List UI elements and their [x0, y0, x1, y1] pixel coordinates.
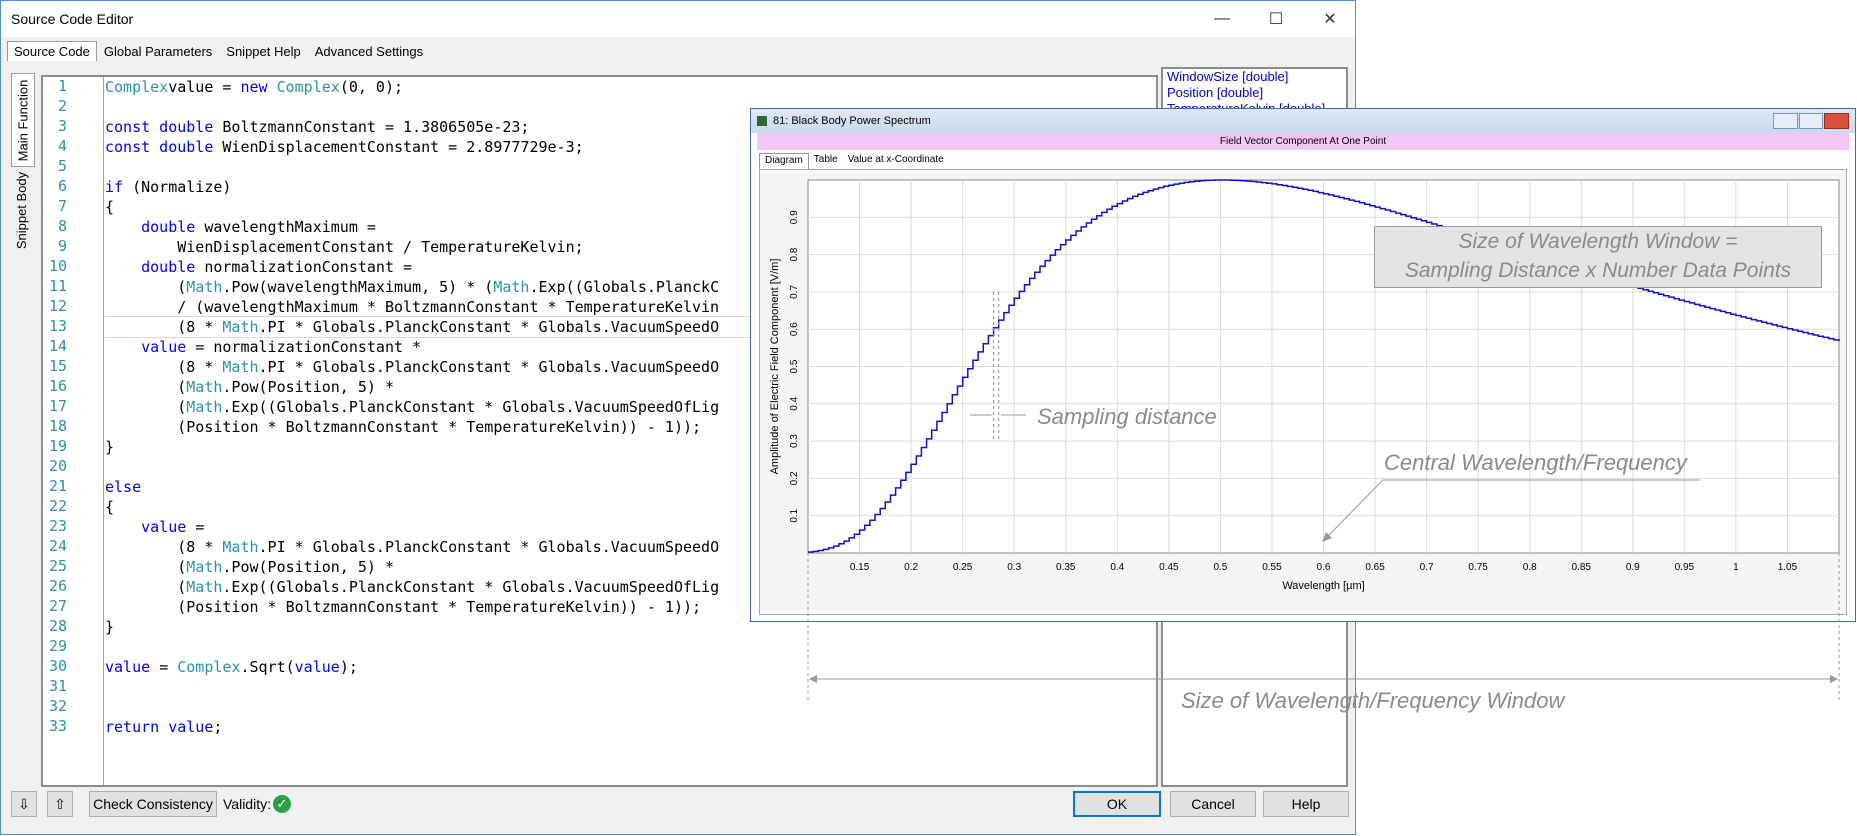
window-size-label: Size of Wavelength/Frequency Window — [1181, 688, 1565, 713]
y-tick-label: 0.9 — [789, 210, 800, 224]
x-tick-label: 0.3 — [1007, 562, 1021, 573]
y-tick-label: 0.5 — [789, 359, 800, 373]
x-tick-label: 0.15 — [850, 562, 870, 573]
window-size-annotation: Size of Wavelength Window = Sampling Dis… — [1374, 226, 1822, 288]
central-wavelength-label: Central Wavelength/Frequency — [1384, 450, 1687, 475]
y-axis-label: Amplitude of Electric Field Component [V… — [769, 259, 781, 475]
x-tick-label: 0.25 — [953, 562, 973, 573]
spectrum-chart: 0.15 0.2 0.25 0.3 0.35 0.4 0.45 0.5 0.55 0.6 0.65 0… — [769, 179, 1840, 700]
y-tick-label: 0.2 — [789, 471, 800, 485]
x-tick-label: 0.8 — [1523, 562, 1537, 573]
x-tick-label: 0.7 — [1420, 562, 1434, 573]
x-tick-label: 0.45 — [1159, 562, 1179, 573]
x-tick-label: 0.75 — [1468, 562, 1488, 573]
x-tick-label: 0.6 — [1317, 562, 1331, 573]
x-tick-label: 1.05 — [1778, 562, 1798, 573]
x-tick-label: 0.5 — [1213, 562, 1227, 573]
y-tick-label: 0.1 — [789, 508, 800, 522]
x-tick-label: 0.2 — [904, 562, 918, 573]
x-tick-label: 0.35 — [1056, 562, 1076, 573]
x-tick-label: 0.85 — [1572, 562, 1592, 573]
window-size-arrowhead-left — [809, 675, 817, 683]
x-tick-label: 0.9 — [1626, 562, 1640, 573]
x-tick-label: 0.55 — [1262, 562, 1282, 573]
y-tick-label: 0.8 — [789, 247, 800, 261]
x-tick-label: 0.95 — [1675, 562, 1695, 573]
x-tick-label: 0.4 — [1110, 562, 1124, 573]
y-tick-label: 0.4 — [789, 396, 800, 410]
y-tick-label: 0.6 — [789, 322, 800, 336]
y-tick-label: 0.3 — [789, 434, 800, 448]
window-size-line-1: Size of Wavelength Window = — [1458, 230, 1738, 253]
x-axis-label: Wavelength [µm] — [1282, 580, 1364, 592]
y-tick-label: 0.7 — [789, 285, 800, 299]
x-tick-label: 1 — [1733, 562, 1739, 573]
x-tick-label: 0.65 — [1365, 562, 1385, 573]
sampling-distance-label: Sampling distance — [1037, 404, 1217, 429]
window-size-arrowhead-right — [1830, 675, 1838, 683]
window-size-line-2: Sampling Distance x Number Data Points — [1404, 259, 1792, 282]
